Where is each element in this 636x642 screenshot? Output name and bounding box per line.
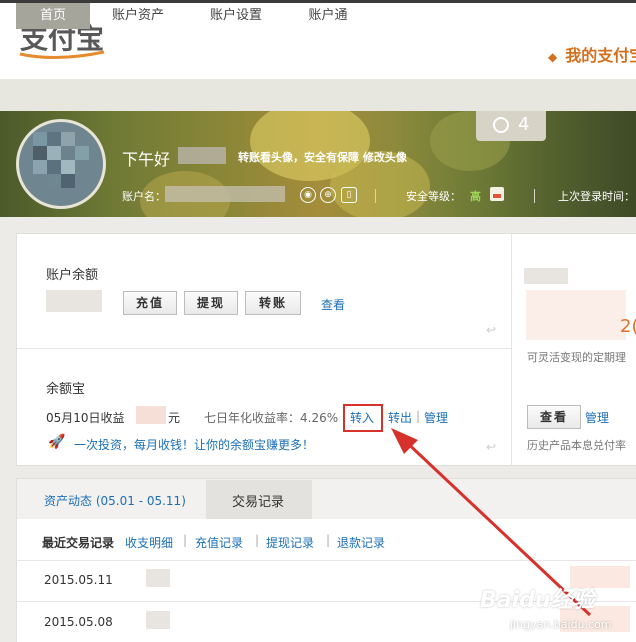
watermark-url: jingyan.baidu.com xyxy=(510,618,612,631)
annotation-arrow xyxy=(391,428,592,617)
watermark: Baidu经验 xyxy=(480,588,595,613)
